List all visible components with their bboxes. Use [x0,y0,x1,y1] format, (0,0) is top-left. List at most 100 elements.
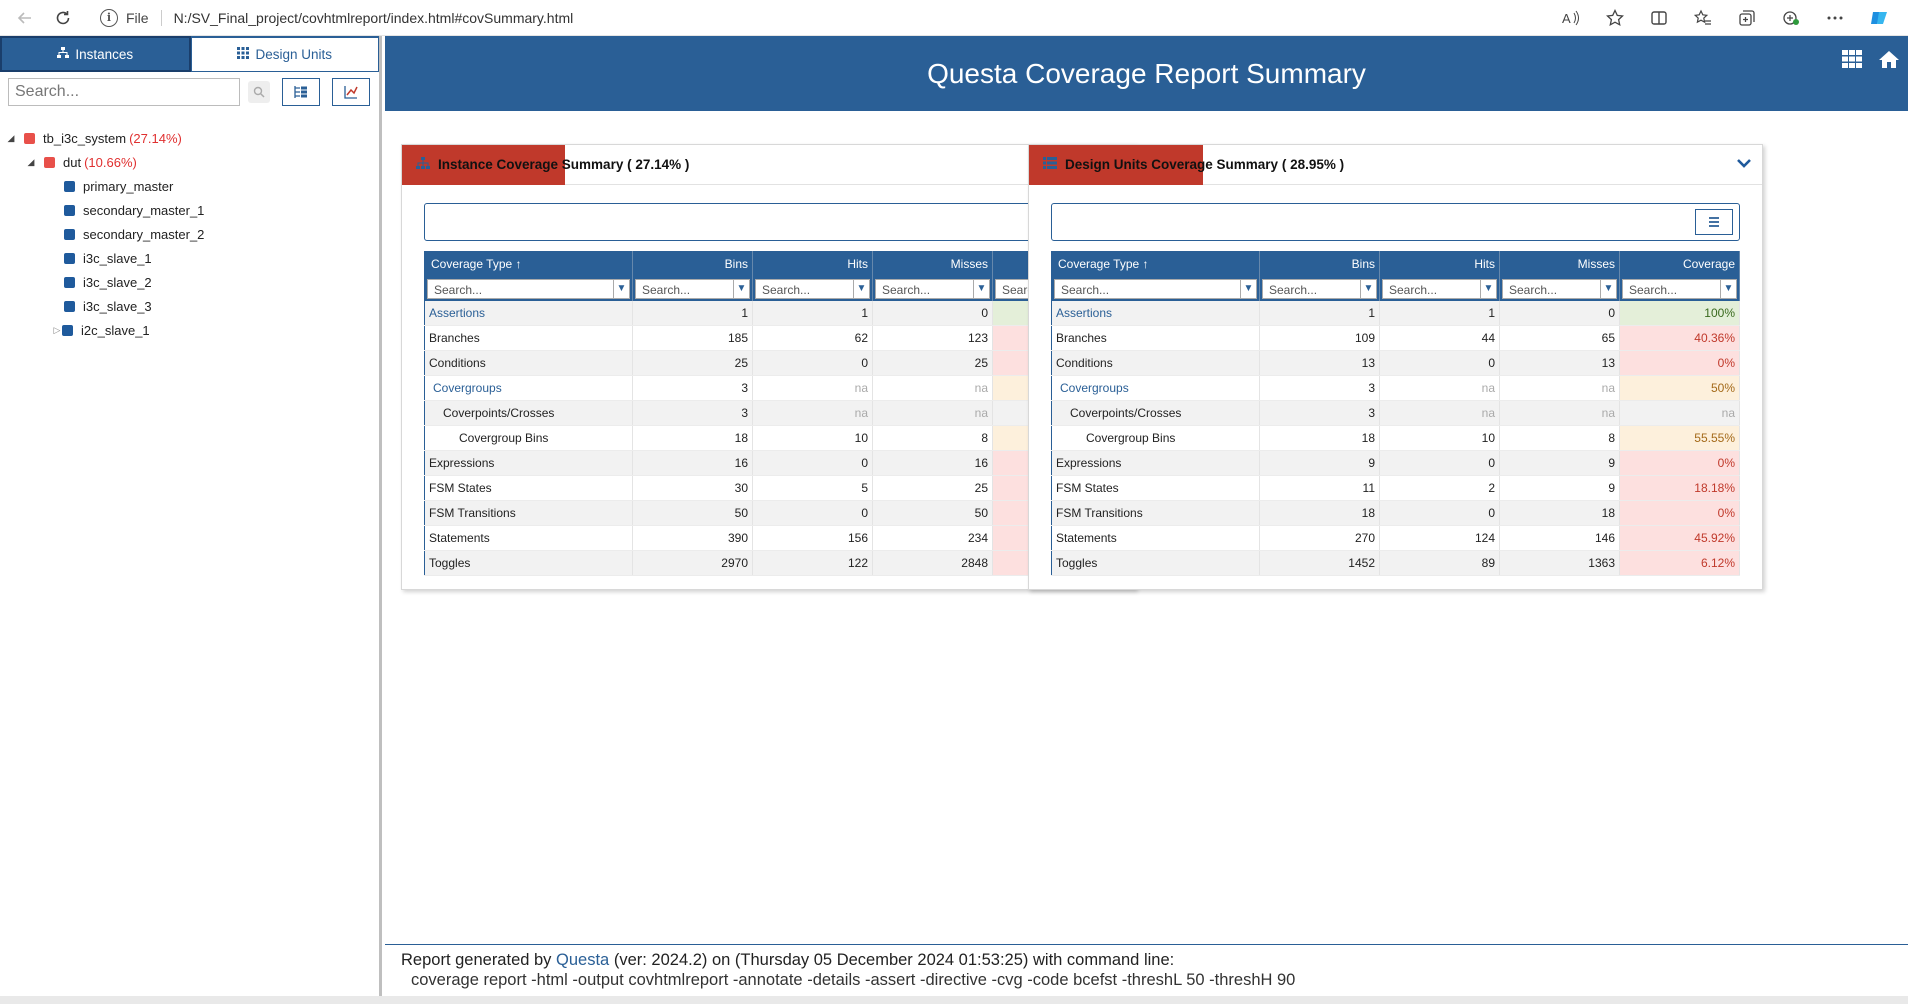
filter-icon[interactable]: ▼ [1601,278,1617,299]
copilot-icon[interactable] [1864,3,1894,33]
back-arrow-icon[interactable] [10,3,40,33]
cell-misses: 8 [1499,425,1620,451]
cell-bins: 3 [632,400,753,426]
tab-instances[interactable]: Instances [0,36,191,72]
collections-icon[interactable] [1732,3,1762,33]
grid-icon[interactable] [1842,48,1862,74]
sitemap-icon [416,156,430,173]
address-bar[interactable]: i File N:/SV_Final_project/covhtmlreport… [100,4,1556,32]
cell-hits: 0 [1379,500,1500,526]
tree-node-i3c-slave-1[interactable]: i3c_slave_1 [0,246,379,270]
tree-node-label: secondary_master_1 [83,202,205,218]
file-label: File [126,9,149,26]
chevron-down-icon[interactable] [1736,153,1752,174]
filter-icon[interactable]: ▼ [1241,278,1257,299]
star-icon[interactable] [1600,3,1630,33]
filter-input-misses[interactable]: Search... [1502,278,1601,299]
questa-link[interactable]: Questa [556,951,609,969]
column-header-coverage-type[interactable]: Coverage Type ↑ [1051,251,1260,277]
cell-misses: 25 [872,350,993,376]
main-content: Questa Coverage Report Summary Instance … [385,36,1908,996]
filter-icon[interactable]: ▼ [1721,278,1737,299]
refresh-icon[interactable] [48,3,78,33]
filter-icon[interactable]: ▼ [974,278,990,299]
command-line-text: coverage report -html -output covhtmlrep… [411,971,1296,989]
sort-asc-icon: ↑ [1142,257,1149,272]
panel-header[interactable]: Design Units Coverage Summary ( 28.95% ) [1029,145,1762,185]
info-icon[interactable]: i [100,8,118,27]
cell-coverage: 0% [1619,350,1740,376]
cell-bins: 9 [1259,450,1380,476]
tree-node-tb-i3c-system[interactable]: ◢ tb_i3c_system (27.14%) [0,126,379,150]
cell-coverage-type[interactable]: Covergroups [424,375,633,401]
expand-tree-button[interactable] [282,78,320,106]
tree-node-secondary-master-2[interactable]: secondary_master_2 [0,222,379,246]
cell-misses: na [1499,400,1620,426]
more-icon[interactable] [1820,3,1850,33]
filter-input-hits[interactable]: Search... [1382,278,1481,299]
extensions-icon[interactable] [1776,3,1806,33]
tree-node-i3c-slave-2[interactable]: i3c_slave_2 [0,270,379,294]
collapse-triangle-icon[interactable]: ◢ [4,133,18,144]
home-icon[interactable] [1878,48,1900,74]
tree-node-label: tb_i3c_system [43,130,127,146]
filter-input-misses[interactable]: Search... [875,278,974,299]
cell-coverage-type[interactable]: Assertions [1051,300,1260,326]
column-header-hits[interactable]: Hits [752,251,873,277]
column-header-coverage-type[interactable]: Coverage Type ↑ [424,251,633,277]
column-header-misses[interactable]: Misses [1499,251,1620,277]
read-aloud-icon[interactable]: A [1556,3,1586,33]
filter-icon[interactable]: ▼ [614,278,630,299]
column-header-bins[interactable]: Bins [1259,251,1380,277]
tree-node-i3c-slave-3[interactable]: i3c_slave_3 [0,294,379,318]
cell-hits: 10 [1379,425,1500,451]
cell-coverage-type[interactable]: Covergroups [1051,375,1260,401]
collapse-triangle-icon[interactable]: ◢ [24,157,38,168]
filter-input-bins[interactable]: Search... [1262,278,1361,299]
column-header-misses[interactable]: Misses [872,251,993,277]
filter-input-coverage[interactable]: Search... [1622,278,1721,299]
filter-icon[interactable]: ▼ [734,278,750,299]
filter-input-type[interactable]: Search... [427,278,614,299]
filter-input-hits[interactable]: Search... [755,278,854,299]
cell-coverage-type: Toggles [424,550,633,576]
tab-design-units[interactable]: Design Units [190,36,379,72]
cell-misses: 1363 [1499,550,1620,576]
footer-prefix: Report generated by [401,951,552,969]
filter-icon[interactable]: ▼ [1361,278,1377,299]
cell-coverage-type[interactable]: Assertions [424,300,633,326]
cell-coverage-type: FSM Transitions [1051,500,1260,526]
filter-icon[interactable]: ▼ [1481,278,1497,299]
column-header-bins[interactable]: Bins [632,251,753,277]
column-header-hits[interactable]: Hits [1379,251,1500,277]
report-header: Questa Coverage Report Summary [385,36,1908,111]
filter-icon[interactable]: ▼ [854,278,870,299]
panel-header[interactable]: Instance Coverage Summary ( 27.14% ) [402,145,1135,185]
column-menu-button[interactable] [1695,209,1733,235]
tree-node-primary-master[interactable]: primary_master [0,174,379,198]
search-icon[interactable] [248,81,270,103]
tree-node-i2c-slave-1[interactable]: ▷ i2c_slave_1 [0,318,379,342]
favorites-icon[interactable] [1688,3,1718,33]
cell-coverage: na [1619,400,1740,426]
instance-tree: ◢ tb_i3c_system (27.14%) ◢ dut (10.66%) … [0,112,379,342]
tree-node-secondary-master-1[interactable]: secondary_master_1 [0,198,379,222]
cell-misses: 16 [872,450,993,476]
table-row: Expressions160160% [424,450,1113,476]
coverage-filter-button[interactable] [332,78,370,106]
table-row: Conditions 13 0 13 0% [1051,350,1740,376]
tree-search-input[interactable]: Search... [8,78,240,106]
cell-hits: 124 [1379,525,1500,551]
coverage-status-icon [64,204,75,216]
tree-node-label: i3c_slave_1 [83,250,152,266]
cell-coverage: 0% [1619,500,1740,526]
filter-input-type[interactable]: Search... [1054,278,1241,299]
tree-node-dut[interactable]: ◢ dut (10.66%) [0,150,379,174]
filter-input-bins[interactable]: Search... [635,278,734,299]
url-text[interactable]: N:/SV_Final_project/covhtmlreport/index.… [174,10,574,26]
column-header-coverage[interactable]: Coverage [1619,251,1740,277]
cell-coverage-type: Covergroup Bins [1051,425,1260,451]
cell-coverage-type: Conditions [1051,350,1260,376]
split-screen-icon[interactable] [1644,3,1674,33]
cell-hits: 0 [1379,350,1500,376]
